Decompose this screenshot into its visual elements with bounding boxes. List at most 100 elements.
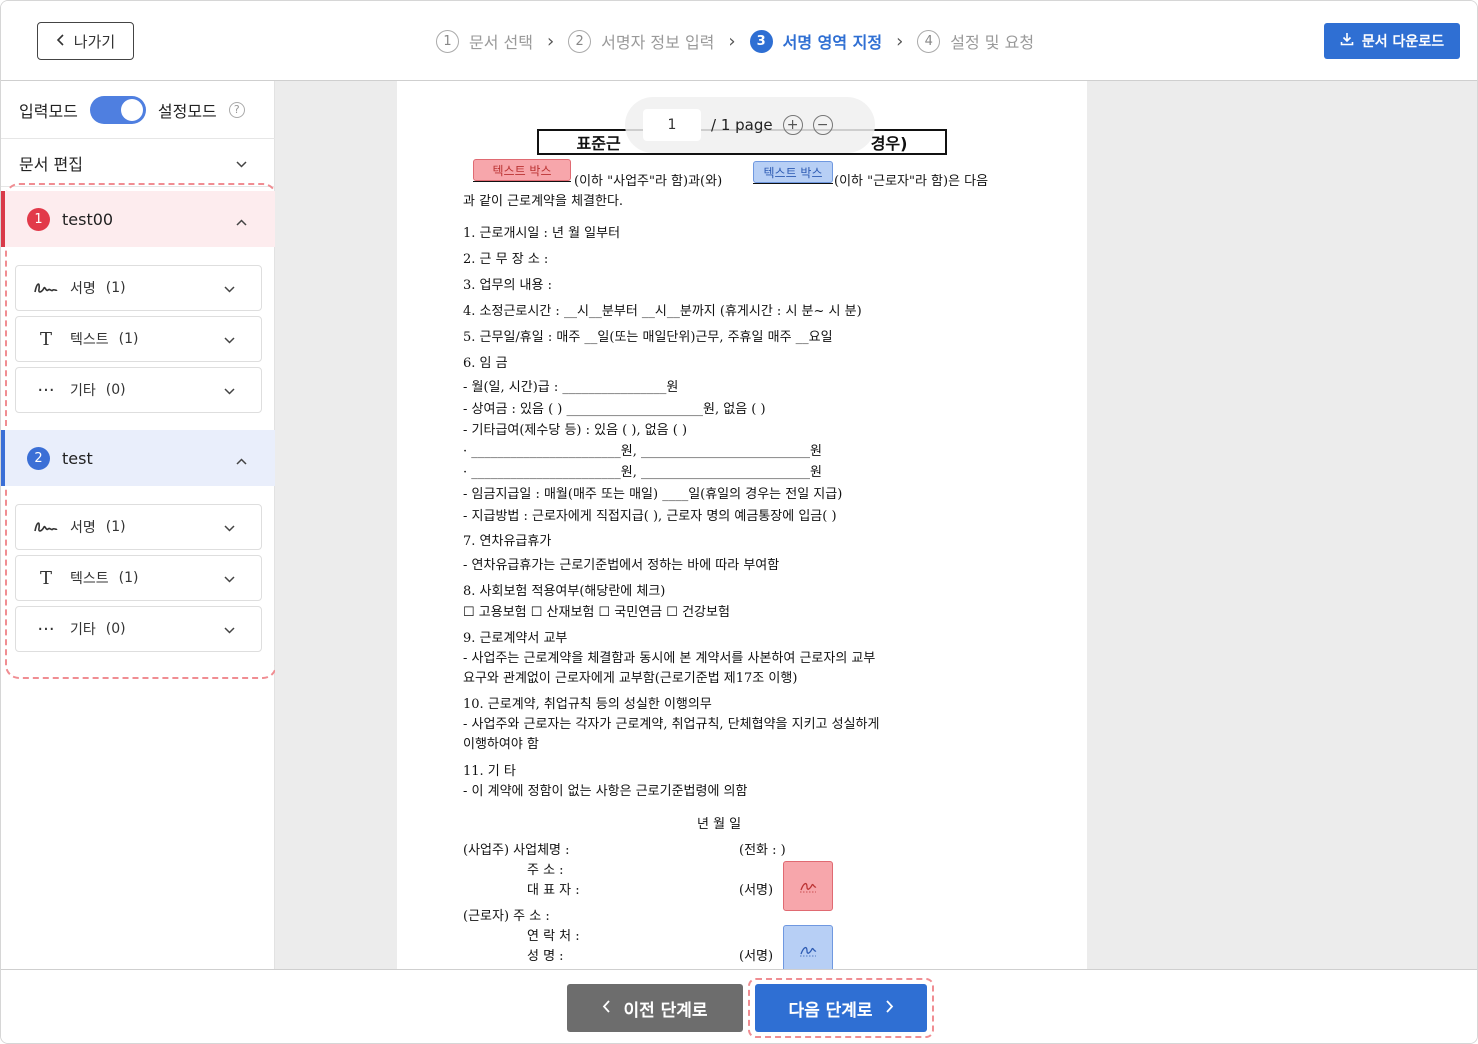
signer-2-other-field[interactable]: ··· 기타 (0) [15, 606, 262, 652]
doc-line: 3. 업무의 내용 : [463, 278, 552, 293]
doc-line: 6. 임 금 [463, 356, 508, 371]
doc-line: - 사업주는 근로계약을 체결함과 동시에 본 계약서를 사본하여 근로자의 교… [463, 651, 876, 666]
employer-name-line: (사업주) 사업체명 : [463, 843, 570, 858]
employer-sign-label: (서명) [739, 883, 774, 898]
signer-2-text-field[interactable]: T 텍스트 (1) [15, 555, 262, 601]
doc-line: 5. 근무일/휴일 : 매주 __일(또는 매일단위)근무, 주휴일 매주 __… [463, 330, 833, 345]
exit-button[interactable]: 나가기 [37, 22, 134, 60]
chevron-down-icon [224, 520, 235, 536]
signer-1-header[interactable]: 1 test00 [1, 191, 275, 247]
field-label: 기타 [70, 383, 96, 399]
signer-2-header[interactable]: 2 test [1, 430, 275, 486]
signer-1-other-field[interactable]: ··· 기타 (0) [15, 367, 262, 413]
employer-address-line: 주 소 : [527, 863, 564, 878]
help-icon[interactable]: ? [228, 101, 245, 118]
field-label: 서명 [70, 281, 96, 297]
zoom-out-icon[interactable]: − [812, 115, 833, 135]
step-3-label: 서명 영역 지정 [782, 33, 883, 52]
doc-line: · _______________________원, ____________… [463, 444, 822, 459]
next-step-button[interactable]: 다음 단계로 [755, 984, 927, 1032]
step-indicator: 1 문서 선택 › 2 서명자 정보 입력 › 3 서명 영역 지정 › 4 설… [436, 29, 1034, 53]
step-4-label: 설정 및 요청 [950, 33, 1035, 52]
chevron-down-icon [224, 622, 235, 638]
doc-line: · _______________________원, ____________… [463, 465, 822, 480]
signer-2-text-box[interactable]: 텍스트 박스 [753, 161, 833, 183]
underline [473, 181, 571, 182]
field-label: 텍스트 [70, 571, 109, 587]
chevron-right-icon: › [896, 30, 904, 52]
chevron-down-icon [224, 383, 235, 399]
signer-1-text-box[interactable]: 텍스트 박스 [473, 159, 571, 181]
doc-line: - 이 계약에 정함이 없는 사항은 근로기준법령에 의함 [463, 784, 748, 799]
doc-line: 7. 연차유급휴가 [463, 534, 552, 549]
step-1: 1 문서 선택 [436, 29, 533, 53]
download-icon [1340, 32, 1354, 50]
top-header: 나가기 1 문서 선택 › 2 서명자 정보 입력 › 3 서명 영역 지정 ›… [1, 1, 1477, 81]
previous-step-button[interactable]: 이전 단계로 [567, 984, 743, 1032]
footer-bar: 이전 단계로 다음 단계로 [1, 969, 1477, 1043]
doc-line: 9. 근로계약서 교부 [463, 631, 568, 646]
signer-1-signature-field[interactable]: 서명 (1) [15, 265, 262, 311]
worker-name-line: 성 명 : [527, 949, 564, 964]
signer-2-badge: 2 [27, 446, 50, 470]
chevron-left-icon [56, 32, 66, 50]
field-count: (0) [105, 621, 126, 637]
field-count: (1) [105, 280, 126, 296]
doc-line: - 월(일, 시간)급 : ________________원 [463, 380, 679, 395]
doc-line: - 지급방법 : 근로자에게 직접지급( ), 근로자 명의 예금통장에 입금(… [463, 509, 837, 524]
chevron-up-icon [236, 211, 247, 230]
step-1-number: 1 [436, 29, 459, 53]
chevron-down-icon [224, 332, 235, 348]
step-3-number: 3 [749, 29, 773, 53]
doc-line: ☐ 고용보험 ☐ 산재보험 ☐ 국민연금 ☐ 건강보험 [463, 605, 730, 620]
step-3: 3 서명 영역 지정 [749, 29, 883, 53]
signature-icon [32, 519, 60, 535]
field-label: 텍스트 [70, 332, 109, 348]
text-icon: T [39, 328, 52, 350]
doc-line: 11. 기 타 [463, 764, 516, 779]
chevron-right-icon: › [546, 30, 555, 52]
employer-phone-line: (전화 : ) [739, 843, 786, 858]
doc-line: 이행하여야 함 [463, 737, 539, 752]
app-window: 나가기 1 문서 선택 › 2 서명자 정보 입력 › 3 서명 영역 지정 ›… [0, 0, 1478, 1044]
signature-icon [800, 882, 817, 893]
field-sidebar: 입력모드 설정모드 ? 문서 편집 1 test00 서명 (1) T 텍스트 … [1, 81, 277, 969]
doc-line: - 연차유급휴가는 근로기준법에서 정하는 바에 따라 부여함 [463, 558, 780, 573]
doc-line: 1. 근로개시일 : 년 월 일부터 [463, 226, 621, 241]
signer-1-signature-box[interactable] [783, 861, 833, 911]
chevron-up-icon [236, 450, 247, 469]
signer-2-signature-box[interactable] [783, 925, 833, 969]
input-mode-label: 입력모드 [19, 101, 78, 121]
next-step-label: 다음 단계로 [788, 1000, 873, 1021]
step-4-number: 4 [917, 29, 941, 53]
setting-mode-label: 설정모드 [157, 101, 217, 121]
document-edit-label: 문서 편집 [19, 154, 83, 174]
signature-icon [800, 946, 817, 957]
chevron-left-icon [602, 998, 611, 1018]
mode-toggle[interactable] [89, 95, 146, 124]
zoom-in-icon[interactable]: + [782, 115, 803, 135]
chevron-right-icon [885, 998, 894, 1018]
step-1-label: 문서 선택 [469, 33, 533, 52]
document-viewer: 표준근 경우) 1 / 1 page + − 텍스트 박스 (이하 "사업주"라… [275, 81, 1477, 969]
chevron-down-icon [224, 571, 235, 587]
worker-contact-line: 연 락 처 : [527, 929, 580, 944]
signer-1-text-field[interactable]: T 텍스트 (1) [15, 316, 262, 362]
signer-2-signature-field[interactable]: 서명 (1) [15, 504, 262, 550]
page-number-input[interactable]: 1 [643, 109, 701, 141]
step-2-label: 서명자 정보 입력 [601, 33, 715, 52]
page-total: / 1 page [711, 116, 773, 134]
doc-line: 10. 근로계약, 취업규칙 등의 성실한 이행의무 [463, 697, 712, 712]
signer-1-badge: 1 [27, 207, 50, 231]
doc-line: - 사업주와 근로자는 각자가 근로계약, 취업규칙, 단체협약을 지키고 성실… [463, 717, 880, 732]
document-edit-dropdown[interactable]: 문서 편집 [1, 139, 275, 187]
previous-step-label: 이전 단계로 [623, 1000, 708, 1021]
intro-text-c: 과 같이 근로계약을 체결한다. [463, 194, 624, 209]
download-document-button[interactable]: 문서 다운로드 [1324, 23, 1460, 59]
field-count: (1) [118, 570, 139, 586]
doc-line: 8. 사회보험 적용여부(해당란에 체크) [463, 584, 666, 599]
signer-2-name: test [62, 448, 93, 468]
signer-1-name: test00 [62, 209, 114, 229]
doc-line: - 기타급여(제수당 등) : 있음 ( ), 없음 ( ) [463, 423, 688, 438]
employer-rep-line: 대 표 자 : [527, 883, 580, 898]
